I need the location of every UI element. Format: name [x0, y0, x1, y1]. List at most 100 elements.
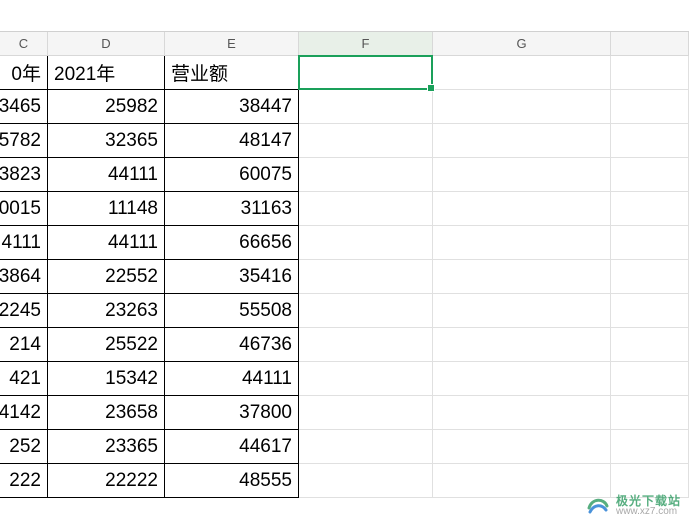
- empty-cell[interactable]: [433, 226, 611, 260]
- data-cell[interactable]: 0015: [0, 192, 48, 226]
- data-cell[interactable]: 35416: [165, 260, 299, 294]
- column-header-C[interactable]: C: [0, 32, 48, 56]
- empty-cell[interactable]: [299, 362, 433, 396]
- empty-cell[interactable]: [433, 260, 611, 294]
- table-row: 41422365837800: [0, 396, 689, 430]
- empty-cell[interactable]: [611, 362, 689, 396]
- empty-cell[interactable]: [433, 90, 611, 124]
- empty-cell[interactable]: [299, 90, 433, 124]
- data-cell[interactable]: 22552: [48, 260, 165, 294]
- data-cell[interactable]: 37800: [165, 396, 299, 430]
- empty-cell[interactable]: [299, 192, 433, 226]
- table-row: 57823236548147: [0, 124, 689, 158]
- watermark-url: www.xz7.com: [616, 507, 681, 517]
- column-header-D[interactable]: D: [48, 32, 165, 56]
- empty-cell[interactable]: [611, 56, 689, 90]
- empty-cell[interactable]: [433, 464, 611, 498]
- watermark: 极光下载站 www.xz7.com: [586, 494, 681, 518]
- table-row: 41114411166656: [0, 226, 689, 260]
- empty-cell[interactable]: [299, 430, 433, 464]
- data-cell[interactable]: 25522: [48, 328, 165, 362]
- data-cell[interactable]: 3864: [0, 260, 48, 294]
- empty-cell[interactable]: [299, 328, 433, 362]
- data-cell[interactable]: 48555: [165, 464, 299, 498]
- data-cell[interactable]: 32365: [48, 124, 165, 158]
- empty-cell[interactable]: [299, 226, 433, 260]
- empty-cell[interactable]: [433, 56, 611, 90]
- empty-cell[interactable]: [299, 124, 433, 158]
- empty-cell[interactable]: [299, 260, 433, 294]
- data-cell[interactable]: 55508: [165, 294, 299, 328]
- empty-cell[interactable]: [299, 396, 433, 430]
- data-cell[interactable]: 66656: [165, 226, 299, 260]
- data-cell[interactable]: 23658: [48, 396, 165, 430]
- empty-cell[interactable]: [299, 464, 433, 498]
- empty-cell[interactable]: [433, 124, 611, 158]
- data-cell[interactable]: 46736: [165, 328, 299, 362]
- data-cell[interactable]: 25982: [48, 90, 165, 124]
- data-cell[interactable]: 4111: [0, 226, 48, 260]
- empty-cell[interactable]: [299, 158, 433, 192]
- empty-cell[interactable]: [611, 328, 689, 362]
- table-row: 34652598238447: [0, 90, 689, 124]
- data-cell[interactable]: 2245: [0, 294, 48, 328]
- empty-cell[interactable]: [611, 192, 689, 226]
- empty-cell[interactable]: [611, 430, 689, 464]
- column-header-E[interactable]: E: [165, 32, 299, 56]
- data-cell[interactable]: 15342: [48, 362, 165, 396]
- empty-cell[interactable]: [433, 294, 611, 328]
- table-row: 0年2021年营业额: [0, 56, 689, 90]
- data-cell[interactable]: 60075: [165, 158, 299, 192]
- column-headers: CDEFG: [0, 32, 689, 56]
- data-cell[interactable]: 44111: [165, 362, 299, 396]
- data-cell[interactable]: 5782: [0, 124, 48, 158]
- empty-cell[interactable]: [611, 260, 689, 294]
- empty-cell[interactable]: [433, 396, 611, 430]
- grid-body: 0年2021年营业额346525982384475782323654814738…: [0, 56, 689, 498]
- header-cell[interactable]: 0年: [0, 56, 48, 90]
- empty-cell[interactable]: [611, 294, 689, 328]
- data-cell[interactable]: 44617: [165, 430, 299, 464]
- data-cell[interactable]: 222: [0, 464, 48, 498]
- data-cell[interactable]: 3465: [0, 90, 48, 124]
- data-cell[interactable]: 23263: [48, 294, 165, 328]
- data-cell[interactable]: 11148: [48, 192, 165, 226]
- formula-bar[interactable]: [0, 0, 689, 32]
- empty-cell[interactable]: [611, 464, 689, 498]
- table-row: 38642255235416: [0, 260, 689, 294]
- empty-cell[interactable]: [611, 226, 689, 260]
- table-row: 38234411160075: [0, 158, 689, 192]
- column-header-blank[interactable]: [611, 32, 689, 56]
- empty-cell[interactable]: [611, 158, 689, 192]
- table-row: 22452326355508: [0, 294, 689, 328]
- empty-cell[interactable]: [611, 90, 689, 124]
- data-cell[interactable]: 4142: [0, 396, 48, 430]
- header-cell[interactable]: 营业额: [165, 56, 299, 90]
- table-row: 00151114831163: [0, 192, 689, 226]
- data-cell[interactable]: 252: [0, 430, 48, 464]
- empty-cell[interactable]: [299, 56, 433, 90]
- data-cell[interactable]: 22222: [48, 464, 165, 498]
- table-row: 2522336544617: [0, 430, 689, 464]
- data-cell[interactable]: 48147: [165, 124, 299, 158]
- empty-cell[interactable]: [433, 158, 611, 192]
- data-cell[interactable]: 44111: [48, 158, 165, 192]
- data-cell[interactable]: 31163: [165, 192, 299, 226]
- data-cell[interactable]: 3823: [0, 158, 48, 192]
- empty-cell[interactable]: [433, 430, 611, 464]
- aurora-logo-icon: [586, 494, 610, 518]
- data-cell[interactable]: 214: [0, 328, 48, 362]
- column-header-F[interactable]: F: [299, 32, 433, 56]
- data-cell[interactable]: 421: [0, 362, 48, 396]
- empty-cell[interactable]: [433, 192, 611, 226]
- data-cell[interactable]: 23365: [48, 430, 165, 464]
- data-cell[interactable]: 44111: [48, 226, 165, 260]
- empty-cell[interactable]: [433, 328, 611, 362]
- header-cell[interactable]: 2021年: [48, 56, 165, 90]
- data-cell[interactable]: 38447: [165, 90, 299, 124]
- empty-cell[interactable]: [299, 294, 433, 328]
- empty-cell[interactable]: [433, 362, 611, 396]
- empty-cell[interactable]: [611, 124, 689, 158]
- column-header-G[interactable]: G: [433, 32, 611, 56]
- empty-cell[interactable]: [611, 396, 689, 430]
